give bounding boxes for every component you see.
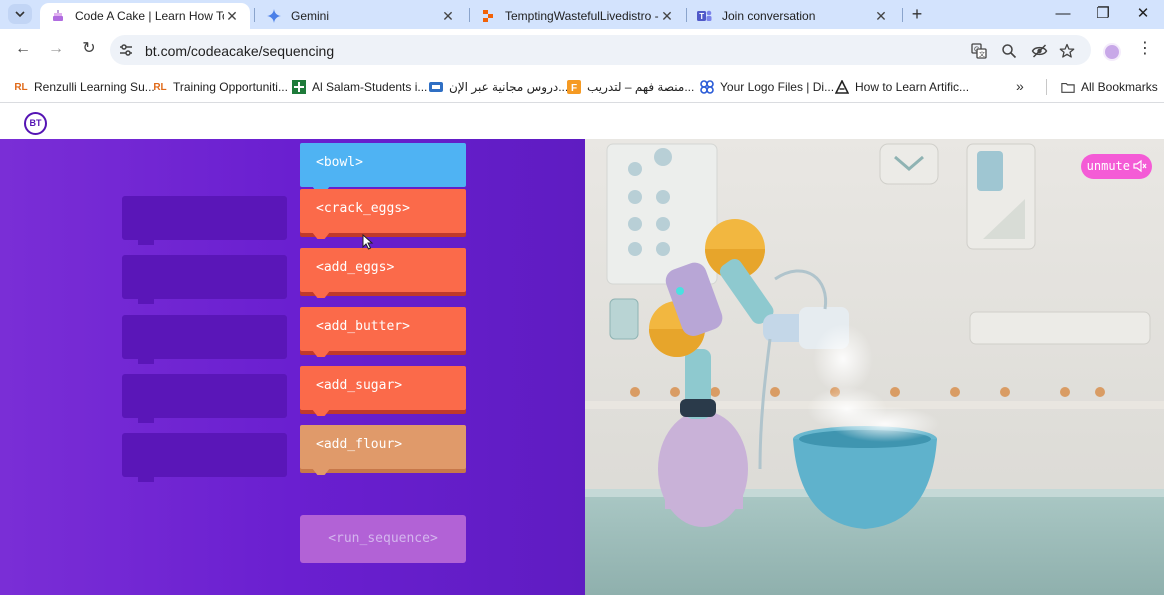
speaker-muted-icon — [1133, 159, 1147, 173]
empty-drop-slot[interactable] — [122, 255, 287, 304]
cake-icon — [50, 9, 65, 24]
back-button[interactable]: ← — [12, 38, 34, 60]
code-block-crack-eggs[interactable]: <crack_eggs> — [300, 189, 466, 233]
bookmark-al-salam[interactable]: Al Salam-Students i... — [292, 78, 427, 96]
tab-title: Code A Cake | Learn How To Co — [75, 9, 224, 23]
teams-icon: T — [697, 9, 712, 24]
more-menu-icon[interactable]: ⋮ — [1137, 39, 1153, 59]
bt-logo[interactable]: BT — [24, 112, 47, 135]
tab-gemini[interactable]: Gemini ✕ — [256, 3, 466, 29]
translate-icon[interactable]: G文 — [970, 42, 988, 60]
svg-text:T: T — [699, 12, 704, 21]
tab-divider — [254, 8, 255, 22]
close-tab-icon[interactable]: ✕ — [659, 8, 675, 25]
bookmark-logo-files[interactable]: Your Logo Files | Di... — [700, 78, 834, 96]
bookmark-learn-ai[interactable]: How to Learn Artific... — [835, 78, 969, 96]
bookmark-label: منصة فهم – لتدريب... — [587, 80, 695, 94]
bookmark-label: Renzulli Learning Su... — [34, 80, 155, 94]
bookmark-fahm[interactable]: F منصة فهم – لتدريب... — [567, 78, 694, 96]
tab-title: Join conversation — [722, 9, 816, 23]
zoom-icon[interactable] — [1000, 42, 1018, 60]
url-text: bt.com/codeacake/sequencing — [145, 43, 335, 59]
browser-toolbar: ← → ↻ bt.com/codeacake/sequencing G文 ⋮ — [0, 29, 1164, 70]
bookmark-label: Your Logo Files | Di... — [720, 80, 835, 94]
f-square-icon: F — [567, 80, 581, 94]
bookmark-label: Al Salam-Students i... — [312, 80, 428, 94]
new-tab-button[interactable]: + — [906, 3, 928, 25]
close-tab-icon[interactable]: ✕ — [873, 8, 889, 25]
site-info-icon[interactable] — [118, 42, 134, 58]
renzulli-icon: RL — [14, 81, 28, 93]
code-block-bowl[interactable]: <bowl> — [300, 143, 466, 187]
bookmark-label: دروس مجانية عبر الإن... — [449, 80, 569, 94]
empty-drop-slot[interactable] — [122, 374, 287, 423]
bookmark-renzulli[interactable]: RL Renzulli Learning Su... — [14, 78, 155, 96]
code-block-add-eggs[interactable]: <add_eggs> — [300, 248, 466, 292]
close-tab-icon[interactable]: ✕ — [440, 8, 456, 25]
code-block-add-butter[interactable]: <add_butter> — [300, 307, 466, 351]
video-icon — [429, 80, 443, 94]
tab-search-button[interactable] — [8, 4, 32, 24]
code-block-add-sugar[interactable]: <add_sugar> — [300, 366, 466, 410]
folder-icon — [1061, 80, 1075, 94]
baking-robot-video[interactable]: unmute — [585, 139, 1164, 595]
run-sequence-button[interactable]: <run_sequence> — [300, 515, 466, 563]
tab-title: Gemini — [291, 9, 330, 23]
all-bookmarks-button[interactable]: All Bookmarks — [1061, 78, 1158, 96]
code-block-add-flour[interactable]: <add_flour> — [300, 425, 466, 469]
triangle-logo-icon — [835, 80, 849, 94]
bookmark-label: How to Learn Artific... — [855, 80, 970, 94]
tab-strip: Code A Cake | Learn How To Co ✕ Gemini ✕… — [0, 0, 1164, 29]
empty-drop-slot[interactable] — [122, 315, 287, 364]
unmute-button[interactable]: unmute — [1080, 154, 1152, 179]
bookmarks-overflow-button[interactable]: » — [1016, 78, 1024, 94]
forward-button[interactable]: → — [45, 38, 67, 60]
all-bookmarks-label: All Bookmarks — [1081, 80, 1158, 94]
sequencing-panel: <bowl> <crack_eggs> <add_eggs> <add_butt… — [0, 139, 585, 595]
tab-title: TemptingWastefulLivedistro - R — [505, 9, 659, 23]
bookmarks-divider — [1046, 79, 1047, 95]
empty-drop-slot[interactable] — [122, 196, 287, 245]
minimize-button[interactable]: — — [1048, 2, 1078, 26]
logo-files-icon — [700, 80, 714, 94]
chevron-down-icon — [15, 11, 25, 18]
reload-button[interactable]: ↻ — [78, 38, 100, 60]
bookmark-free-lessons[interactable]: دروس مجانية عبر الإن... — [429, 78, 568, 96]
close-window-button[interactable]: ✕ — [1128, 2, 1158, 26]
tab-divider — [902, 8, 903, 22]
bookmark-training[interactable]: RL Training Opportuniti... — [153, 78, 288, 96]
tab-code-a-cake[interactable]: Code A Cake | Learn How To Co ✕ — [40, 3, 250, 29]
tab-replit[interactable]: TemptingWastefulLivedistro - R ✕ — [470, 3, 685, 29]
empty-drop-slot[interactable] — [122, 433, 287, 482]
mouse-cursor-icon — [362, 234, 374, 250]
svg-text:文: 文 — [979, 51, 985, 59]
replit-icon — [480, 9, 495, 24]
close-tab-icon[interactable]: ✕ — [224, 8, 240, 25]
profile-avatar[interactable] — [1103, 43, 1121, 61]
robot-kitchen-illustration — [585, 139, 1164, 595]
bookmark-star-icon[interactable] — [1058, 42, 1076, 60]
unmute-label: unmute — [1086, 159, 1130, 173]
svg-text:F: F — [571, 83, 577, 94]
gemini-icon — [266, 9, 281, 24]
tab-join-conversation[interactable]: T Join conversation ✕ — [687, 3, 899, 29]
plus-cross-icon — [292, 80, 306, 94]
eye-off-icon[interactable] — [1030, 42, 1048, 60]
site-header: BT — [0, 104, 1164, 139]
restore-button[interactable]: ❐ — [1088, 2, 1118, 26]
bookmarks-bar: RL Renzulli Learning Su... RL Training O… — [0, 70, 1164, 103]
renzulli-icon: RL — [153, 81, 167, 93]
bookmark-label: Training Opportuniti... — [173, 80, 288, 94]
address-bar[interactable]: bt.com/codeacake/sequencing G文 — [110, 35, 1091, 65]
